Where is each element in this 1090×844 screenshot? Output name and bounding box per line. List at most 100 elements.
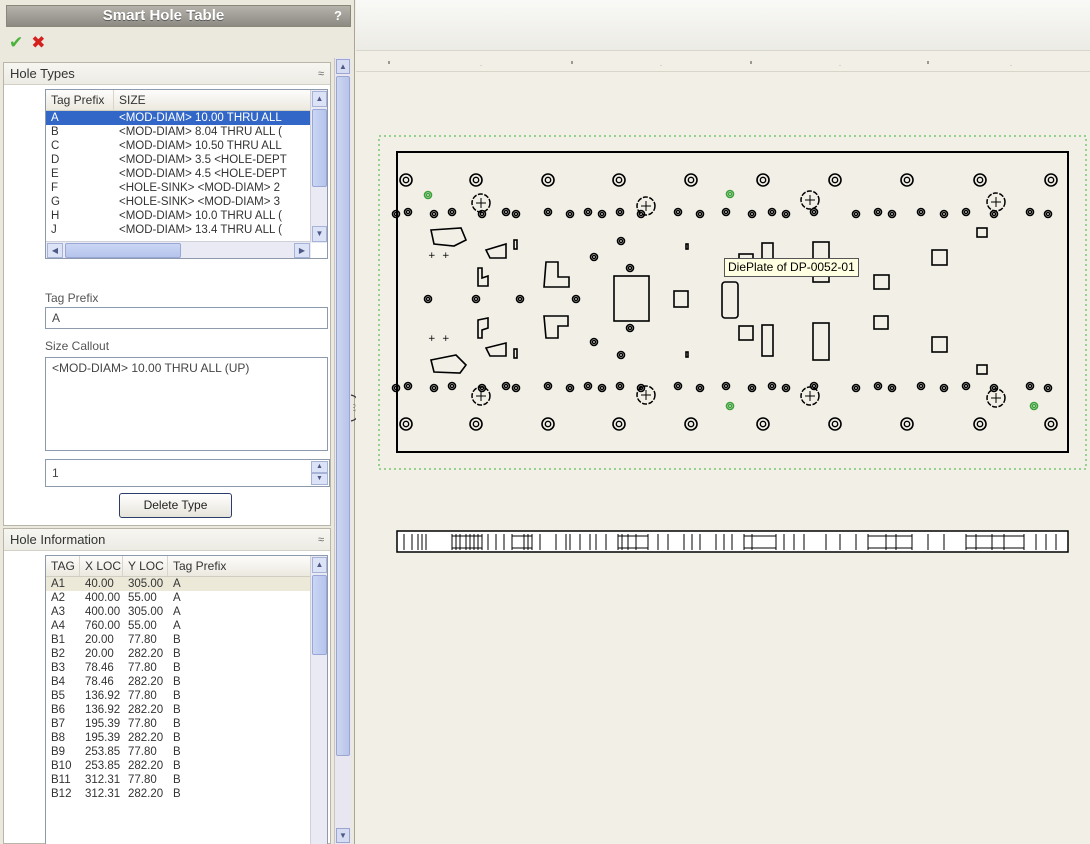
hole-type-row[interactable]: D <MOD-DIAM> 3.5 <HOLE-DEPT <box>46 153 327 167</box>
scroll-thumb[interactable] <box>65 243 181 258</box>
tag-prefix-input[interactable]: A <box>45 307 328 329</box>
hole-symbol[interactable] <box>695 383 705 393</box>
hole-symbol[interactable] <box>583 381 593 391</box>
hole-type-row[interactable]: C <MOD-DIAM> 10.50 THRU ALL <box>46 139 327 153</box>
hole-symbol[interactable] <box>597 209 607 219</box>
hole-info-row[interactable]: A4 760.00 55.00 A <box>46 619 327 633</box>
column-header[interactable]: TAG <box>46 556 80 576</box>
hole-information-list[interactable]: TAG X LOC Y LOC Tag Prefix A1 40.00 305.00… <box>45 555 328 844</box>
count-spinbox[interactable]: 1 ▲ ▼ <box>45 459 330 487</box>
hole-symbol[interactable] <box>887 383 897 393</box>
hole-info-row[interactable]: B11 312.31 77.80 B <box>46 773 327 787</box>
hole-info-row[interactable]: B4 78.46 282.20 B <box>46 675 327 689</box>
hole-symbol[interactable] <box>767 207 777 217</box>
scroll-thumb[interactable] <box>312 109 327 187</box>
hole-symbol[interactable] <box>541 173 555 187</box>
cutout[interactable] <box>477 267 489 287</box>
hole-symbol[interactable] <box>1043 383 1053 393</box>
scroll-up-arrow-icon[interactable]: ▲ <box>312 557 327 573</box>
cutout[interactable] <box>513 348 518 359</box>
hole-symbol[interactable] <box>469 417 483 431</box>
column-header[interactable]: Y LOC <box>123 556 168 576</box>
hole-symbol[interactable] <box>851 383 861 393</box>
hole-symbol[interactable] <box>429 383 439 393</box>
scroll-thumb[interactable] <box>312 575 327 655</box>
cancel-x-icon[interactable]: ✖ <box>31 33 45 53</box>
cutout[interactable] <box>477 317 489 339</box>
cutout[interactable] <box>543 315 569 339</box>
hole-symbol[interactable] <box>541 417 555 431</box>
hole-types-list[interactable]: Tag Prefix SIZE A <MOD-DIAM> 10.00 THRU A… <box>45 89 328 259</box>
hole-symbol[interactable] <box>615 381 625 391</box>
hole-symbol[interactable] <box>612 417 626 431</box>
hole-info-row[interactable]: B9 253.85 77.80 B <box>46 745 327 759</box>
hole-symbol[interactable] <box>973 417 987 431</box>
highlighted-hole-symbol[interactable] <box>1029 401 1039 411</box>
hole-info-row[interactable]: A1 40.00 305.00 A <box>46 577 327 591</box>
scroll-up-arrow-icon[interactable]: ▲ <box>312 91 327 107</box>
cutout[interactable] <box>685 351 689 358</box>
hole-symbol[interactable] <box>873 381 883 391</box>
hole-symbol[interactable] <box>583 207 593 217</box>
cutout[interactable] <box>484 341 507 357</box>
hole-info-row[interactable]: B3 78.46 77.80 B <box>46 661 327 675</box>
hole-symbol[interactable] <box>501 381 511 391</box>
counterbore-hole-symbol[interactable] <box>800 386 820 406</box>
hole-symbol[interactable] <box>616 236 626 246</box>
hole-symbol[interactable] <box>900 173 914 187</box>
hole-symbol[interactable] <box>469 173 483 187</box>
hole-types-vscrollbar[interactable]: ▲ ▼ <box>310 90 327 243</box>
hole-symbol[interactable] <box>1044 173 1058 187</box>
hole-type-row[interactable]: B <MOD-DIAM> 8.04 THRU ALL ( <box>46 125 327 139</box>
cutout[interactable] <box>484 242 507 259</box>
hole-info-row[interactable]: B8 195.39 282.20 B <box>46 731 327 745</box>
hole-information-header[interactable]: Hole Information ≈ <box>4 529 330 551</box>
hole-symbol[interactable] <box>589 337 599 347</box>
cutout[interactable] <box>738 325 754 341</box>
highlighted-hole-symbol[interactable] <box>725 189 735 199</box>
hole-symbol[interactable] <box>851 209 861 219</box>
highlighted-hole-symbol[interactable] <box>423 190 433 200</box>
cutout[interactable] <box>812 322 830 361</box>
scroll-up-arrow-icon[interactable]: ▲ <box>336 59 350 74</box>
hole-symbol[interactable] <box>695 209 705 219</box>
hole-symbol[interactable] <box>756 173 770 187</box>
hole-symbol[interactable] <box>828 173 842 187</box>
hole-symbol[interactable] <box>1044 417 1058 431</box>
cutout[interactable] <box>976 227 988 238</box>
delete-type-button[interactable]: Delete Type <box>119 493 232 518</box>
cutout[interactable] <box>931 336 948 353</box>
hole-info-row[interactable]: B5 136.92 77.80 B <box>46 689 327 703</box>
cutout[interactable] <box>976 364 988 375</box>
hole-symbol[interactable] <box>511 383 521 393</box>
hole-symbol[interactable] <box>403 381 413 391</box>
hole-symbol[interactable] <box>403 207 413 217</box>
column-header[interactable]: Tag Prefix <box>46 90 114 110</box>
hole-symbol[interactable] <box>423 294 433 304</box>
spin-up-arrow-icon[interactable]: ▲ <box>311 461 328 473</box>
hole-info-row[interactable]: B7 195.39 77.80 B <box>46 717 327 731</box>
hole-type-row[interactable]: A <MOD-DIAM> 10.00 THRU ALL <box>46 111 327 125</box>
hole-symbol[interactable] <box>684 173 698 187</box>
collapse-chevron-icon[interactable]: ≈ <box>318 529 324 551</box>
hole-symbol[interactable] <box>973 173 987 187</box>
hole-symbol[interactable] <box>809 207 819 217</box>
column-header[interactable]: Tag Prefix <box>168 556 308 576</box>
cutout[interactable] <box>613 275 650 322</box>
hole-types-header[interactable]: Hole Types ≈ <box>4 63 330 85</box>
hole-symbol[interactable] <box>615 207 625 217</box>
hole-symbol[interactable] <box>543 207 553 217</box>
panel-vscrollbar[interactable]: ▲ ▼ <box>334 58 351 844</box>
spin-down-arrow-icon[interactable]: ▼ <box>311 473 328 485</box>
hole-information-vscrollbar[interactable]: ▲ <box>310 556 327 844</box>
hole-symbol[interactable] <box>429 209 439 219</box>
hole-symbol[interactable] <box>625 323 635 333</box>
hole-symbol[interactable] <box>781 209 791 219</box>
hole-symbol[interactable] <box>673 381 683 391</box>
hole-symbol[interactable] <box>916 207 926 217</box>
cutout[interactable] <box>513 239 518 250</box>
hole-symbol[interactable] <box>900 417 914 431</box>
hole-symbol[interactable] <box>939 383 949 393</box>
ok-checkmark-icon[interactable]: ✔ <box>9 33 23 53</box>
column-header[interactable]: X LOC <box>80 556 123 576</box>
